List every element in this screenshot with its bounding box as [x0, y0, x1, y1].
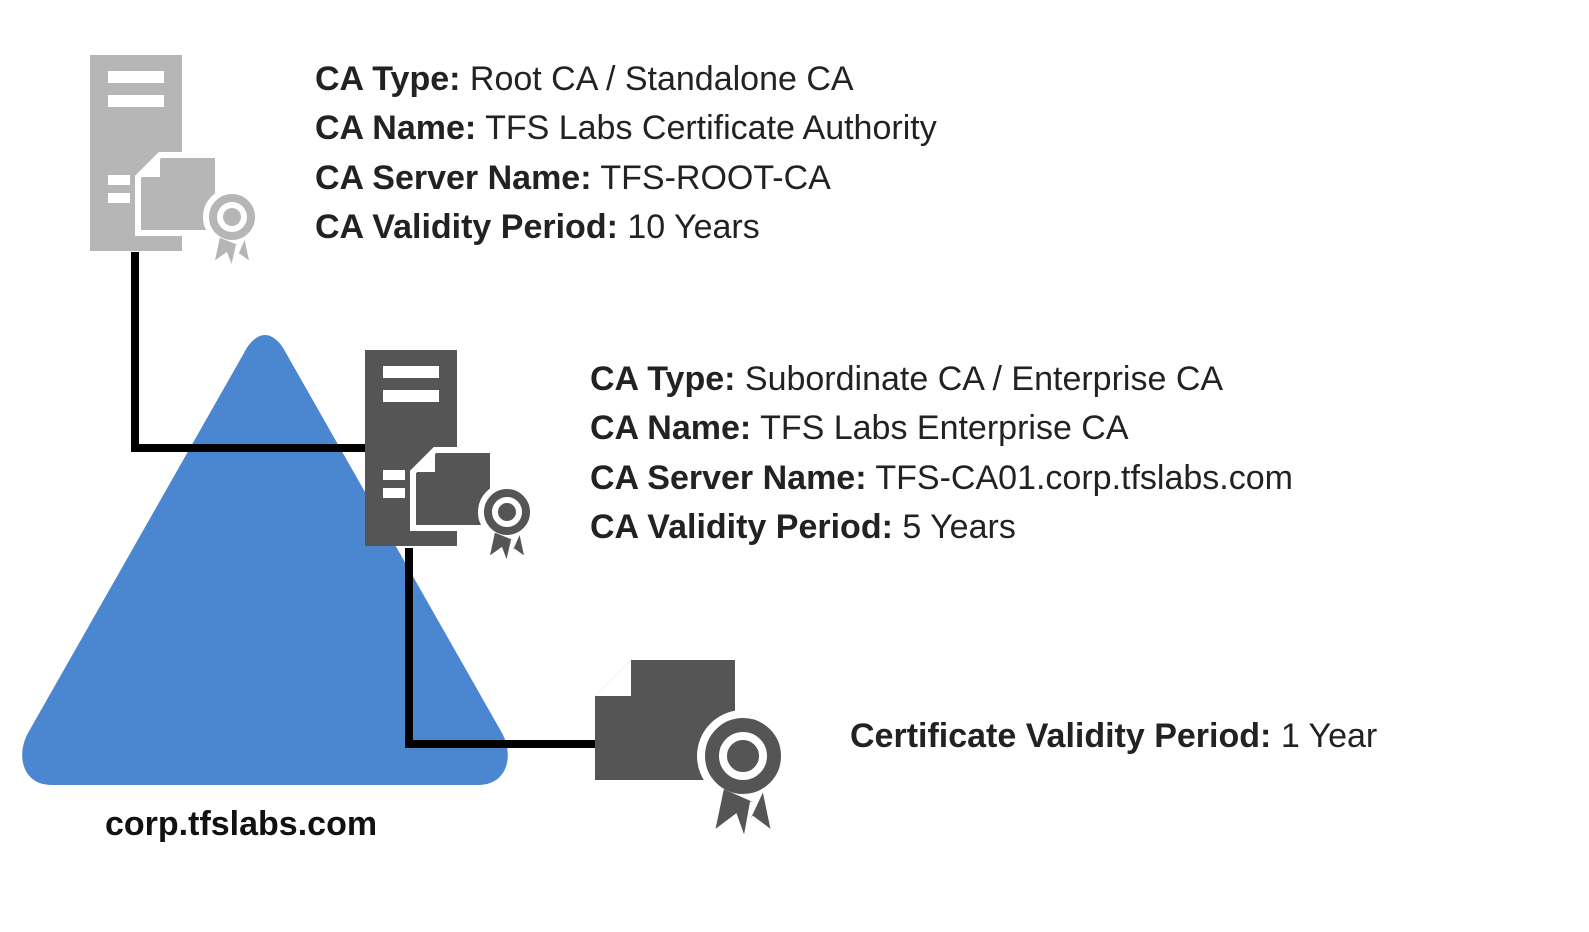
leaf-validity-value: 1 Year — [1281, 717, 1377, 755]
connector-sub-leaf-v — [405, 548, 413, 748]
root-server-label: CA Server Name: — [315, 159, 592, 197]
sub-type-label: CA Type: — [590, 360, 735, 398]
connector-sub-leaf-h — [405, 740, 605, 748]
sub-validity-value: 5 Years — [902, 508, 1015, 546]
root-server-value: TFS-ROOT-CA — [600, 159, 830, 197]
sub-type-value: Subordinate CA / Enterprise CA — [745, 360, 1223, 398]
sub-name-value: TFS Labs Enterprise CA — [760, 409, 1128, 447]
connector-root-sub-v — [131, 252, 139, 452]
root-name-label: CA Name: — [315, 109, 476, 147]
sub-ca-info: CA Type: Subordinate CA / Enterprise CA … — [590, 355, 1293, 552]
diagram-canvas: corp.tfslabs.com CA Type: Root — [0, 0, 1589, 932]
connector-root-sub-h — [131, 444, 376, 452]
sub-server-label: CA Server Name: — [590, 459, 867, 497]
leaf-certificate-icon — [595, 660, 795, 850]
sub-validity-label: CA Validity Period: — [590, 508, 893, 546]
root-validity-label: CA Validity Period: — [315, 208, 618, 246]
root-type-value: Root CA / Standalone CA — [470, 60, 854, 98]
root-type-label: CA Type: — [315, 60, 460, 98]
leaf-cert-info: Certificate Validity Period: 1 Year — [850, 712, 1377, 761]
sub-ca-server-icon — [365, 350, 545, 560]
root-validity-value: 10 Years — [627, 208, 759, 246]
root-name-value: TFS Labs Certificate Authority — [485, 109, 937, 147]
sub-server-value: TFS-CA01.corp.tfslabs.com — [875, 459, 1293, 497]
leaf-validity-label: Certificate Validity Period: — [850, 717, 1271, 755]
root-ca-server-icon — [90, 55, 270, 265]
domain-label: corp.tfslabs.com — [105, 805, 377, 844]
sub-name-label: CA Name: — [590, 409, 751, 447]
root-ca-info: CA Type: Root CA / Standalone CA CA Name… — [315, 55, 937, 252]
